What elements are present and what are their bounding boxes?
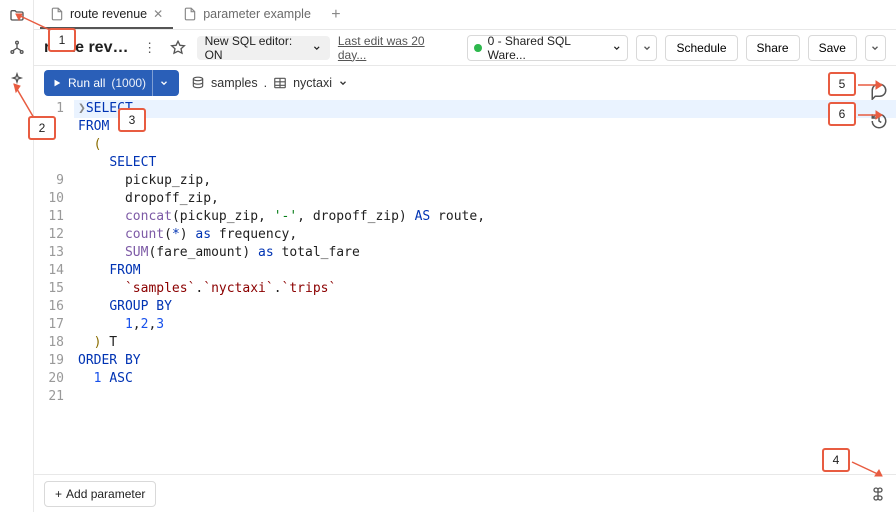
schema-icon[interactable] — [9, 40, 25, 56]
keyboard-shortcuts-icon[interactable] — [870, 486, 886, 502]
run-button[interactable]: Run all (1000) — [44, 70, 179, 96]
schedule-button[interactable]: Schedule — [665, 35, 737, 61]
callout-3: 3 — [118, 108, 146, 132]
database-icon — [191, 76, 205, 90]
table-icon — [273, 76, 287, 90]
callout-6: 6 — [828, 102, 856, 126]
more-menu-icon[interactable]: ⋮ — [139, 37, 160, 59]
arrow — [850, 456, 890, 482]
toolbar: route reve... ⋮ New SQL editor: ON Last … — [34, 30, 896, 66]
callout-1: 1 — [48, 28, 76, 52]
callout-2: 2 — [28, 116, 56, 140]
compute-more[interactable] — [636, 35, 657, 61]
status-dot — [474, 44, 482, 52]
last-edit-link[interactable]: Last edit was 20 day... — [338, 34, 451, 62]
file-icon — [50, 7, 64, 21]
callout-5: 5 — [828, 72, 856, 96]
save-more[interactable] — [865, 35, 886, 61]
sub-toolbar: Run all (1000) samples . nyctaxi — [34, 66, 896, 100]
editor-toggle[interactable]: New SQL editor: ON — [197, 36, 330, 60]
compute-selector[interactable]: 0 - Shared SQL Ware... — [467, 35, 628, 61]
chevron-down-icon — [312, 43, 322, 53]
close-icon[interactable]: ✕ — [153, 7, 163, 21]
tab-label: route revenue — [70, 7, 147, 21]
star-icon[interactable] — [168, 37, 189, 59]
callout-4: 4 — [822, 448, 850, 472]
add-parameter-button[interactable]: + Add parameter — [44, 481, 156, 507]
arrow — [8, 8, 52, 32]
main-area: route revenue ✕ parameter example + rout… — [34, 0, 896, 512]
arrow — [856, 78, 888, 92]
arrow — [8, 78, 38, 120]
tab-parameter-example[interactable]: parameter example — [173, 0, 321, 29]
add-tab-button[interactable]: + — [321, 0, 351, 29]
tab-bar: route revenue ✕ parameter example + — [34, 0, 896, 30]
code-body[interactable]: ❯SELECTFROM ( SELECT pickup_zip, dropoff… — [74, 100, 896, 474]
chevron-down-icon[interactable] — [152, 70, 175, 96]
chevron-down-icon — [612, 43, 622, 53]
source-picker[interactable]: samples . nyctaxi — [191, 76, 348, 90]
tab-route-revenue[interactable]: route revenue ✕ — [40, 0, 173, 29]
share-button[interactable]: Share — [746, 35, 800, 61]
arrow — [856, 108, 888, 122]
chevron-down-icon — [338, 78, 348, 88]
play-icon — [52, 78, 62, 88]
file-icon — [183, 7, 197, 21]
line-gutter: 19101112131415161718192021 — [34, 100, 74, 474]
code-editor[interactable]: 19101112131415161718192021 ❯SELECTFROM (… — [34, 100, 896, 474]
left-rail — [0, 0, 34, 512]
tab-label: parameter example — [203, 7, 311, 21]
bottom-bar: + Add parameter — [34, 474, 896, 512]
save-button[interactable]: Save — [808, 35, 857, 61]
